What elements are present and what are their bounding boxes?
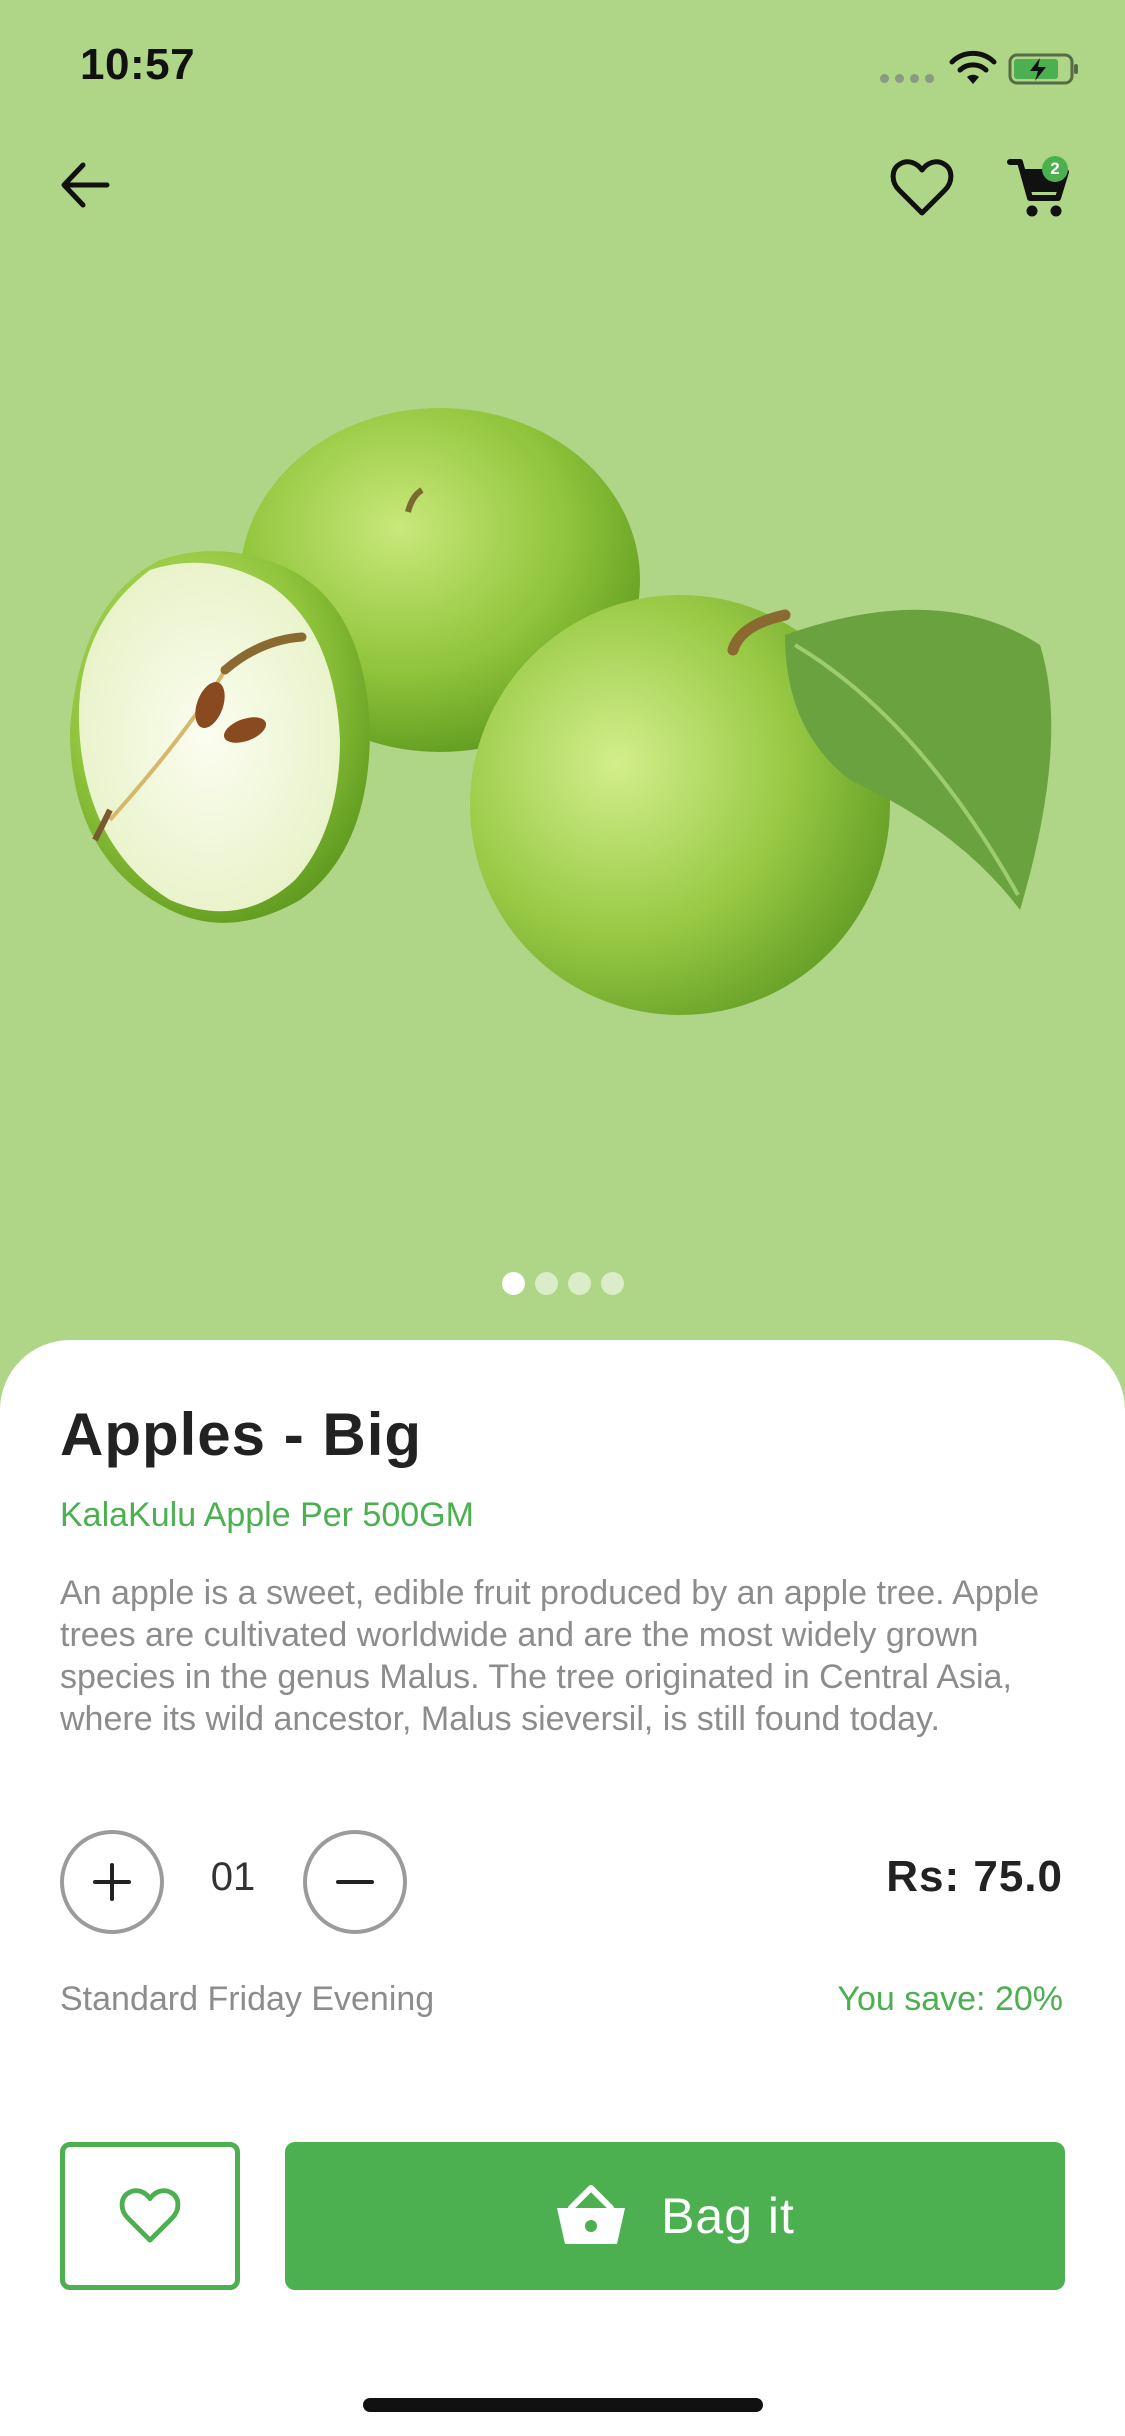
product-price: Rs: 75.0 <box>886 1852 1063 1901</box>
heart-icon <box>119 2188 181 2243</box>
carousel-dot[interactable] <box>567 1272 591 1295</box>
plus-icon <box>93 1863 131 1901</box>
wifi-icon <box>949 50 997 84</box>
quantity-value: 01 <box>210 1855 256 1899</box>
cart-button[interactable]: 2 <box>998 150 1078 226</box>
product-image <box>70 408 1052 1015</box>
battery-icon <box>1008 53 1078 85</box>
product-description: An apple is a sweet, edible fruit produc… <box>60 1574 1040 1738</box>
heart-icon <box>890 159 954 216</box>
savings-info: You save: 20% <box>837 1980 1063 2018</box>
add-to-favorites-button[interactable] <box>60 2142 240 2290</box>
cart-count-badge: 2 <box>1042 156 1068 182</box>
bag-it-label: Bag it <box>661 2188 795 2244</box>
bag-it-button[interactable]: Bag it <box>285 2142 1065 2290</box>
carousel-dot[interactable] <box>501 1272 525 1295</box>
quantity-decrease-button[interactable] <box>303 1830 407 1934</box>
signal-icon <box>880 74 934 83</box>
minus-icon <box>336 1880 374 1884</box>
favorite-header-button[interactable] <box>884 150 960 226</box>
basket-icon <box>557 2185 626 2244</box>
product-hero: 10:57 2 <box>0 0 1125 1420</box>
delivery-info: Standard Friday Evening <box>60 1980 435 2018</box>
carousel-dot[interactable] <box>600 1272 624 1295</box>
back-button[interactable] <box>50 150 120 220</box>
carousel-dot[interactable] <box>534 1272 558 1295</box>
product-subtitle: KalaKulu Apple Per 500GM <box>60 1496 474 1534</box>
status-time: 10:57 <box>80 40 196 89</box>
carousel-indicator <box>0 1272 1125 1295</box>
back-arrow-icon <box>61 162 110 208</box>
quantity-increase-button[interactable] <box>60 1830 164 1934</box>
product-title: Apples - Big <box>60 1401 423 1468</box>
home-indicator[interactable] <box>363 2398 763 2412</box>
